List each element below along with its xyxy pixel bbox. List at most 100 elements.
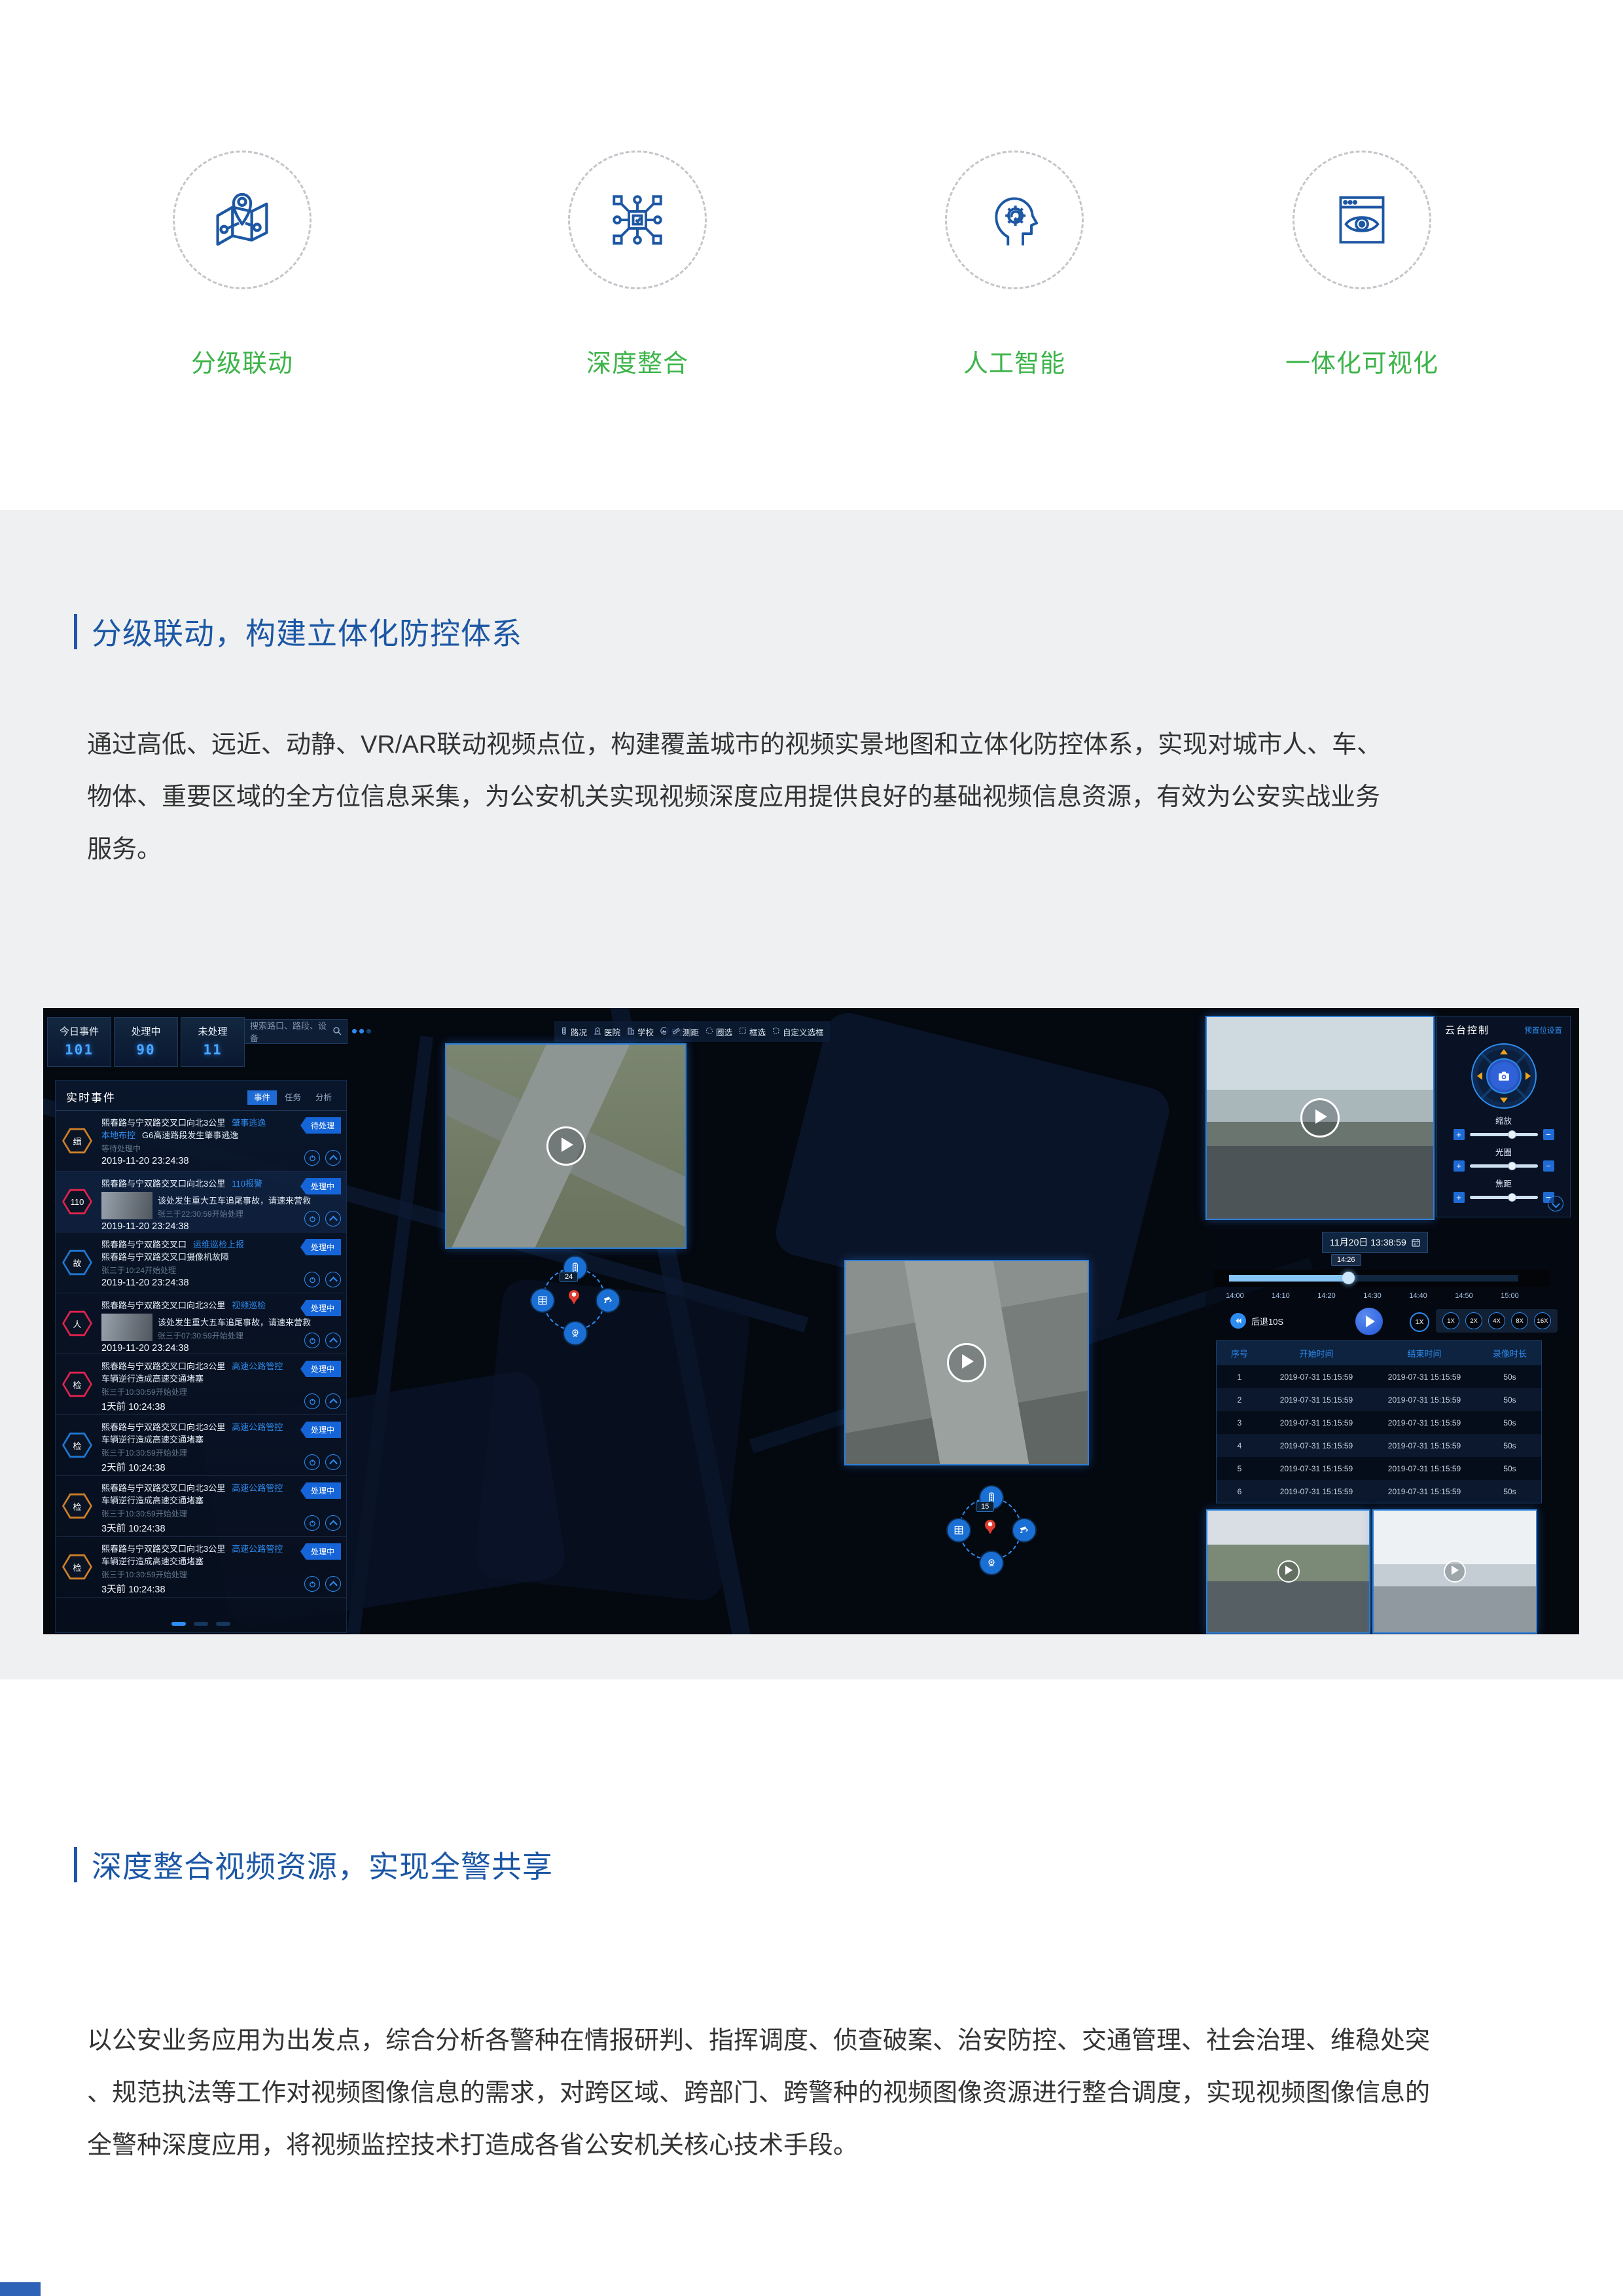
monitor-wall-icon[interactable]: [946, 1518, 971, 1543]
slider-knob[interactable]: [1508, 1193, 1516, 1202]
table-row[interactable]: 12019-07-31 15:15:592019-07-31 15:15:595…: [1217, 1365, 1541, 1388]
event-item[interactable]: 检熙春路与宁双路交叉口向北3公里高速公路管控车辆逆行造成高速交通堵塞张三于10:…: [56, 1354, 346, 1415]
chip-测距[interactable]: 测距: [672, 1026, 699, 1038]
cctv-icon[interactable]: [596, 1288, 620, 1313]
datetime-picker[interactable]: 11月20日 13:38:59: [1322, 1232, 1428, 1253]
collapse-icon[interactable]: [325, 1272, 341, 1287]
minus-button[interactable]: −: [1543, 1129, 1554, 1140]
event-category-link[interactable]: 高速公路管控: [232, 1361, 283, 1371]
table-row[interactable]: 22019-07-31 15:15:592019-07-31 15:15:595…: [1217, 1388, 1541, 1411]
event-category-link[interactable]: 视频巡检: [232, 1300, 266, 1310]
chip-学校[interactable]: 学校: [627, 1026, 654, 1038]
collapse-panel-icon[interactable]: [1548, 1196, 1563, 1211]
search-icon[interactable]: [332, 1026, 342, 1037]
rewind-10s-button[interactable]: 后退10S: [1230, 1313, 1283, 1329]
event-category-link[interactable]: 运维巡检上报: [193, 1240, 244, 1249]
ptz-up-arrow[interactable]: [1500, 1049, 1508, 1054]
table-row[interactable]: 32019-07-31 15:15:592019-07-31 15:15:595…: [1217, 1411, 1541, 1434]
camera-thumbnail-video[interactable]: [1372, 1509, 1537, 1634]
event-item[interactable]: 缉熙春路与宁双路交叉口向北3公里肇事逃逸本地布控G6高速路段发生肇事逃逸等待处理…: [56, 1111, 346, 1172]
event-category-link[interactable]: 高速公路管控: [232, 1422, 283, 1432]
event-category-link[interactable]: 高速公路管控: [232, 1544, 283, 1554]
slider-track[interactable]: [1470, 1164, 1538, 1168]
chip-医院[interactable]: 医院: [594, 1026, 620, 1038]
camera-thumbnail-video[interactable]: [1206, 1509, 1370, 1634]
speed-button-8X[interactable]: 8X: [1511, 1312, 1528, 1329]
event-item[interactable]: 110熙春路与宁双路交叉口向北3公里110报警该处发生重大五车追尾事故，请速来营…: [56, 1172, 346, 1232]
chip-路况[interactable]: 路况: [560, 1026, 587, 1038]
event-thumbnail[interactable]: [101, 1314, 152, 1341]
cctv-icon[interactable]: [1012, 1518, 1037, 1543]
collapse-icon[interactable]: [325, 1515, 341, 1531]
collapse-icon[interactable]: [325, 1393, 341, 1409]
slider-track[interactable]: [1470, 1196, 1538, 1199]
tab-任务[interactable]: 任务: [278, 1090, 308, 1105]
snapshot-button[interactable]: [1486, 1058, 1522, 1094]
plus-button[interactable]: +: [1454, 1160, 1465, 1172]
event-item[interactable]: 检熙春路与宁双路交叉口向北3公里高速公路管控车辆逆行造成高速交通堵塞张三于10:…: [56, 1476, 346, 1537]
event-action-link[interactable]: 本地布控: [101, 1130, 135, 1140]
plus-button[interactable]: +: [1454, 1129, 1465, 1140]
collapse-icon[interactable]: [325, 1333, 341, 1348]
event-item[interactable]: 检熙春路与宁双路交叉口向北3公里高速公路管控车辆逆行造成高速交通堵塞张三于10:…: [56, 1415, 346, 1476]
table-row[interactable]: 62019-07-31 15:15:592019-07-31 15:15:595…: [1217, 1480, 1541, 1503]
event-category-link[interactable]: 110报警: [232, 1179, 262, 1189]
pagination-dash[interactable]: [194, 1622, 208, 1626]
tab-分析[interactable]: 分析: [309, 1090, 338, 1105]
more-options-icon[interactable]: [352, 1029, 371, 1033]
tab-事件[interactable]: 事件: [247, 1090, 277, 1105]
webcam-icon[interactable]: [979, 1551, 1004, 1575]
collapse-icon[interactable]: [325, 1454, 341, 1470]
ptz-down-arrow[interactable]: [1500, 1098, 1508, 1103]
camera-cluster[interactable]: 15: [959, 1498, 1022, 1560]
event-list-pagination[interactable]: [56, 1622, 346, 1626]
history-icon[interactable]: [304, 1333, 320, 1348]
play-icon[interactable]: [1300, 1098, 1340, 1138]
chip-圈选[interactable]: 圈选: [705, 1026, 732, 1038]
table-row[interactable]: 42019-07-31 15:15:592019-07-31 15:15:595…: [1217, 1434, 1541, 1457]
slider-knob[interactable]: [1508, 1130, 1516, 1139]
collapse-icon[interactable]: [325, 1150, 341, 1166]
map-video-popup[interactable]: [844, 1260, 1089, 1465]
play-button[interactable]: [1355, 1308, 1383, 1335]
play-icon[interactable]: [1277, 1560, 1300, 1583]
minus-button[interactable]: −: [1543, 1160, 1554, 1172]
map-pin[interactable]: [985, 1520, 995, 1530]
pagination-dash[interactable]: [171, 1622, 186, 1626]
chip-框选[interactable]: 框选: [739, 1026, 766, 1038]
play-icon[interactable]: [546, 1126, 586, 1166]
event-item[interactable]: 检熙春路与宁双路交叉口向北3公里高速公路管控车辆逆行造成高速交通堵塞张三于10:…: [56, 1537, 346, 1598]
chip-自定义选框[interactable]: 自定义选框: [772, 1026, 824, 1038]
play-icon[interactable]: [947, 1343, 986, 1382]
speed-button-4X[interactable]: 4X: [1488, 1312, 1505, 1329]
event-item[interactable]: 人熙春路与宁双路交叉口向北3公里视频巡检该处发生重大五车追尾事故，请速来营救张三…: [56, 1293, 346, 1354]
table-row[interactable]: 52019-07-31 15:15:592019-07-31 15:15:595…: [1217, 1457, 1541, 1480]
search-input[interactable]: 搜索路口、路段、设备: [244, 1019, 348, 1044]
history-icon[interactable]: [304, 1272, 320, 1287]
map-video-popup[interactable]: [445, 1043, 687, 1249]
history-icon[interactable]: [304, 1515, 320, 1531]
webcam-icon[interactable]: [563, 1321, 588, 1346]
collapse-icon[interactable]: [325, 1211, 341, 1227]
timeline-knob[interactable]: [1342, 1272, 1355, 1284]
event-category-link[interactable]: 肇事逃逸: [232, 1118, 266, 1128]
event-thumbnail[interactable]: [101, 1192, 152, 1219]
history-icon[interactable]: [304, 1393, 320, 1409]
preset-settings-link[interactable]: 预置位设置: [1525, 1025, 1563, 1035]
live-video-player[interactable]: [1205, 1016, 1435, 1220]
history-icon[interactable]: [304, 1150, 320, 1166]
monitor-wall-icon[interactable]: [530, 1288, 555, 1313]
collapse-icon[interactable]: [325, 1576, 341, 1592]
history-icon[interactable]: [304, 1211, 320, 1227]
slider-knob[interactable]: [1508, 1162, 1516, 1170]
slider-track[interactable]: [1470, 1133, 1538, 1136]
speed-button-16X[interactable]: 16X: [1534, 1312, 1551, 1329]
event-category-link[interactable]: 高速公路管控: [232, 1483, 283, 1493]
speed-button-1X[interactable]: 1X: [1442, 1312, 1459, 1329]
camera-cluster[interactable]: 24: [543, 1268, 605, 1331]
plus-button[interactable]: +: [1454, 1192, 1465, 1203]
ptz-left-arrow[interactable]: [1477, 1072, 1482, 1080]
ptz-right-arrow[interactable]: [1525, 1072, 1531, 1080]
timeline-slider[interactable]: [1229, 1275, 1518, 1282]
map-pin[interactable]: [569, 1290, 579, 1300]
